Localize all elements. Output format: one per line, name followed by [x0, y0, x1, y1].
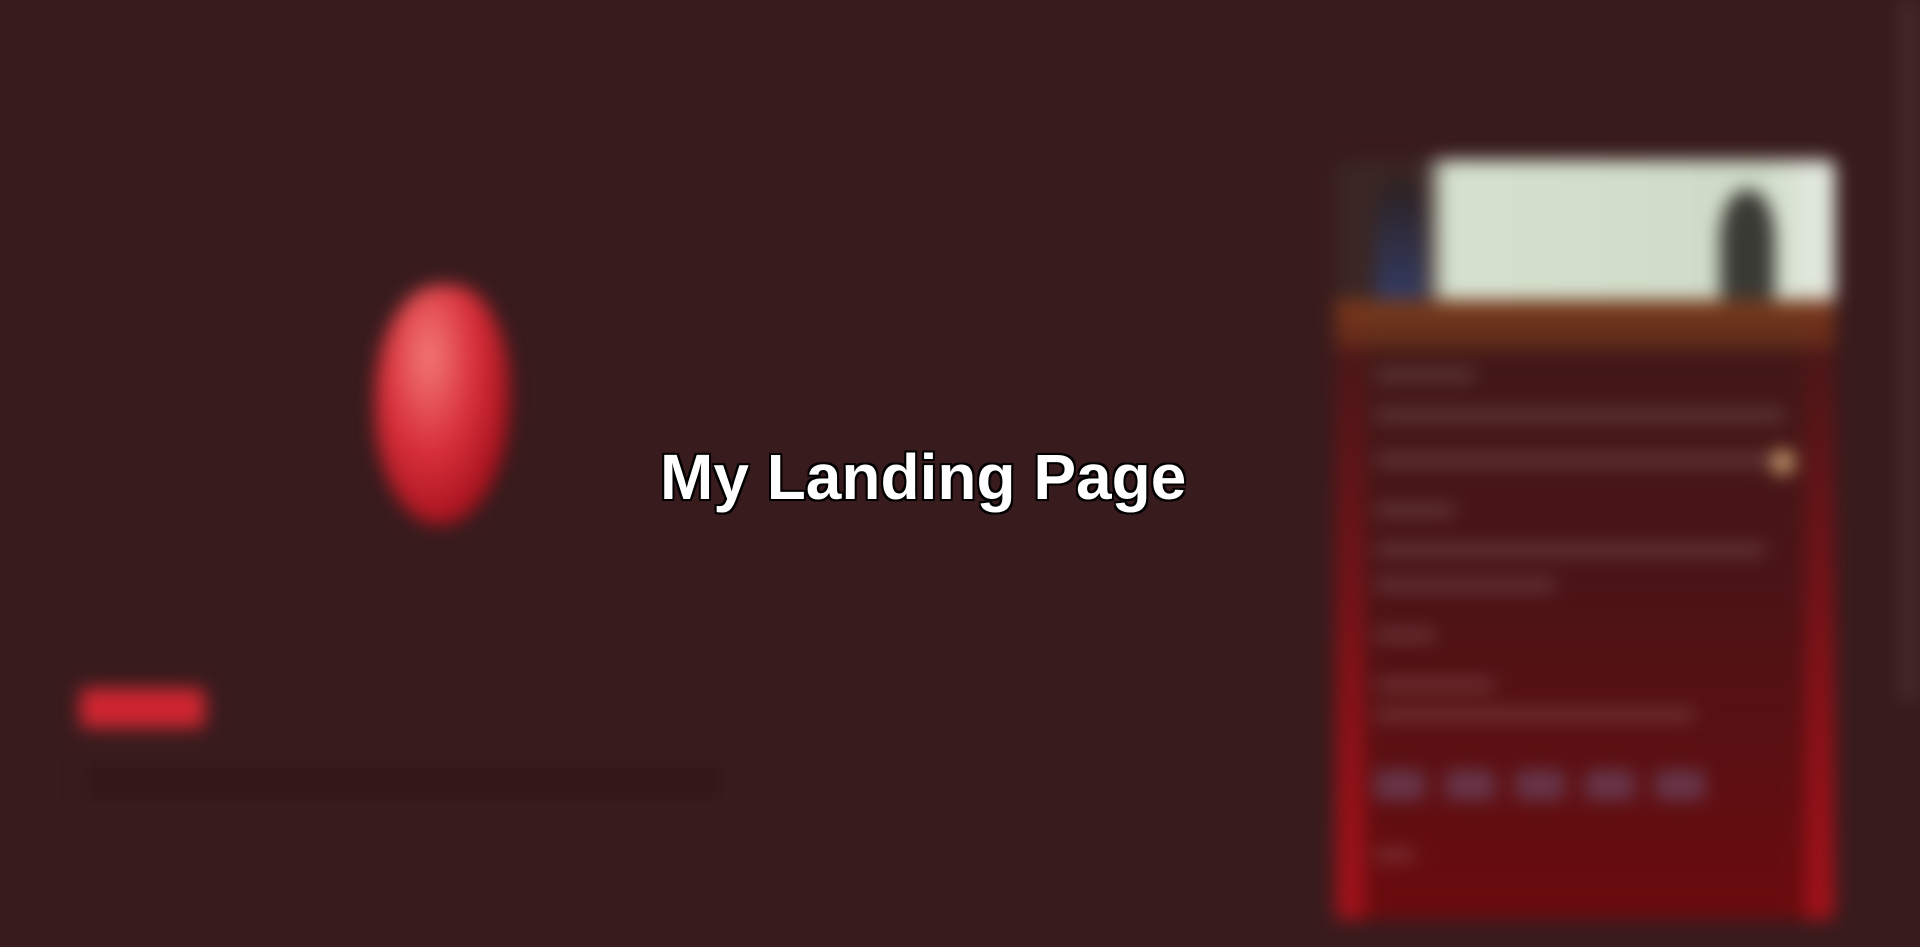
- hero-buttons: [80, 688, 325, 728]
- page-scrollbar[interactable]: [1898, 0, 1920, 700]
- preview-text-line: [1375, 455, 1775, 465]
- site-logo[interactable]: [75, 28, 215, 64]
- preview-thumbnails: [1375, 770, 1705, 800]
- preview-edge-right: [1805, 280, 1835, 920]
- preview-text-line: [1375, 710, 1695, 720]
- overlay-page-title: My Landing Page: [659, 440, 1187, 514]
- banner-figure-right: [1720, 190, 1775, 300]
- secondary-cta-button[interactable]: [245, 690, 325, 726]
- hero-image-icon: [375, 285, 510, 525]
- preview-banner-band: [1335, 300, 1835, 350]
- preview-text-line: [1375, 370, 1475, 380]
- primary-cta-button[interactable]: [80, 688, 205, 728]
- preview-banner-image: [1335, 160, 1835, 310]
- preview-text-line: [1375, 505, 1455, 515]
- preview-thumbnail: [1515, 770, 1565, 800]
- landing-page: My Landing Page: [0, 0, 1920, 947]
- hero-input-box[interactable]: [78, 755, 728, 807]
- preview-text-line: [1375, 545, 1765, 555]
- preview-text-line: [1375, 850, 1415, 860]
- preview-thumbnail: [1585, 770, 1635, 800]
- preview-text-line: [1375, 580, 1555, 590]
- preview-thumbnail: [1655, 770, 1705, 800]
- preview-text-line: [1375, 630, 1435, 640]
- preview-text-line: [1375, 410, 1785, 420]
- preview-text-line: [1375, 680, 1495, 690]
- preview-thumbnail: [1445, 770, 1495, 800]
- preview-edge-left: [1335, 280, 1365, 920]
- preview-card: [1335, 160, 1835, 920]
- preview-thumbnail: [1375, 770, 1425, 800]
- banner-figure-left: [1375, 180, 1425, 310]
- preview-avatar: [1771, 450, 1795, 474]
